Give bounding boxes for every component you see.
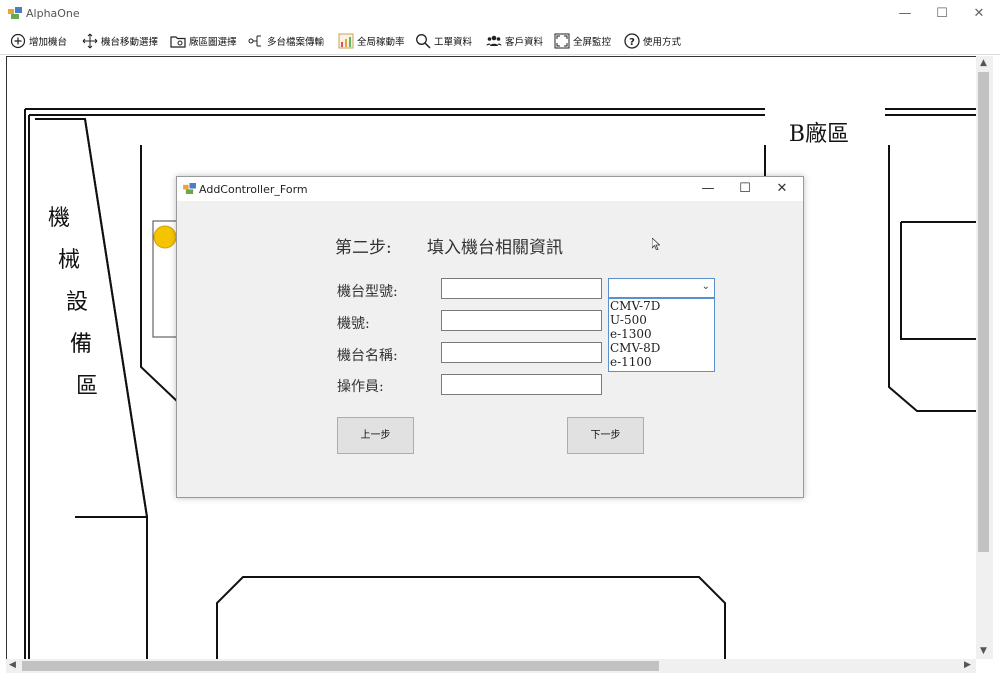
dialog-titlebar: AddController_Form — ☐ ✕ — [177, 177, 803, 201]
svg-text:械: 械 — [58, 248, 80, 273]
toolbar-label: 全局稼動率 — [357, 37, 405, 48]
fullscreen-icon — [554, 33, 570, 49]
add-circle-icon — [10, 33, 26, 49]
model-dropdown-list: CMV-7D U-500 e-1300 CMV-8D e-1100 — [608, 298, 715, 372]
machine-model-input[interactable] — [441, 278, 602, 299]
dialog-title: AddController_Form — [199, 183, 308, 196]
minimize-button[interactable]: — — [890, 4, 920, 24]
mouse-cursor-icon — [652, 238, 660, 250]
model-option[interactable]: U-500 — [609, 313, 714, 327]
step-subtitle: 填入機台相關資訊 — [427, 238, 563, 258]
toolbar-customers[interactable]: 客戶資料 — [486, 32, 543, 50]
machine-number-input[interactable] — [441, 310, 602, 331]
toolbar-multi-transfer[interactable]: 多台檔案傳輸 — [248, 32, 324, 50]
transfer-icon — [248, 35, 261, 47]
bar-chart-icon — [338, 33, 354, 49]
machine-name-label: 機台名稱: — [337, 348, 398, 364]
maximize-button[interactable]: ☐ — [927, 4, 957, 24]
machine-status-icon[interactable] — [153, 225, 177, 249]
svg-text:設: 設 — [66, 290, 88, 315]
toolbar-label: 工單資料 — [434, 37, 473, 48]
scroll-down-icon[interactable]: ▼ — [980, 646, 987, 656]
model-option[interactable]: e-1300 — [609, 327, 714, 341]
operator-label: 操作員: — [337, 379, 384, 395]
vertical-scroll-thumb[interactable] — [978, 72, 989, 552]
scroll-up-icon[interactable]: ▲ — [980, 58, 987, 68]
app-logo-icon — [8, 7, 22, 19]
model-option[interactable]: CMV-8D — [609, 341, 714, 355]
toolbar-add-machine[interactable]: 增加機台 — [10, 32, 67, 50]
toolbar-label: 多台檔案傳輸 — [267, 37, 325, 48]
svg-text:備: 備 — [70, 332, 92, 357]
prev-step-button[interactable]: 上一步 — [337, 417, 414, 454]
toolbar-move-machine[interactable]: 機台移動選擇 — [82, 32, 158, 50]
toolbar-label: 機台移動選擇 — [101, 37, 159, 48]
toolbar-label: 客戶資料 — [505, 37, 544, 48]
window-title: AlphaOne — [26, 7, 80, 20]
add-controller-dialog: AddController_Form — ☐ ✕ 第二步: 填入機台相關資訊 機… — [176, 176, 804, 498]
area-b-label: B廠區 — [789, 122, 849, 147]
svg-text:機: 機 — [48, 206, 70, 231]
step-title: 第二步: — [335, 238, 392, 258]
model-option[interactable]: e-1100 — [609, 355, 714, 369]
toolbar-help[interactable]: ? 使用方式 — [624, 32, 681, 50]
scroll-left-icon[interactable]: ◀ — [9, 660, 16, 670]
folder-settings-icon — [170, 36, 186, 48]
toolbar-label: 增加機台 — [29, 37, 68, 48]
model-option[interactable]: CMV-7D — [609, 299, 714, 313]
vertical-scrollbar[interactable]: ▲ ▼ — [976, 56, 993, 659]
toolbar-label: 廠區圖選擇 — [189, 37, 237, 48]
search-icon — [416, 34, 431, 49]
close-button[interactable]: ✕ — [964, 4, 994, 24]
machine-model-label: 機台型號: — [337, 284, 398, 300]
dialog-minimize-button[interactable]: — — [693, 179, 723, 199]
toolbar-work-orders[interactable]: 工單資料 — [415, 32, 472, 50]
svg-text:區: 區 — [76, 374, 98, 399]
model-select[interactable]: ⌄ — [608, 278, 715, 298]
horizontal-scroll-thumb[interactable] — [22, 661, 659, 671]
main-toolbar: 增加機台 機台移動選擇 廠區圖選擇 多台檔案傳輸 全局稼動率 工單資料 客戶資料… — [0, 28, 1000, 55]
machine-area-label: 機 械 設 備 區 — [48, 206, 98, 399]
machine-name-input[interactable] — [441, 342, 602, 363]
toolbar-label: 全屏監控 — [573, 37, 612, 48]
operator-input[interactable] — [441, 374, 602, 395]
scroll-right-icon[interactable]: ▶ — [964, 660, 971, 670]
move-icon — [82, 33, 98, 49]
toolbar-label: 使用方式 — [643, 37, 682, 48]
next-step-button[interactable]: 下一步 — [567, 417, 644, 454]
svg-text:?: ? — [629, 37, 635, 48]
horizontal-scrollbar[interactable]: ◀ ▶ — [6, 659, 976, 673]
toolbar-utilization[interactable]: 全局稼動率 — [338, 32, 405, 50]
dialog-app-icon — [183, 183, 196, 194]
machine-number-label: 機號: — [337, 316, 370, 332]
help-icon: ? — [624, 33, 640, 49]
users-icon — [486, 35, 502, 46]
chevron-down-icon[interactable]: ⌄ — [702, 281, 710, 292]
toolbar-select-floor[interactable]: 廠區圖選擇 — [170, 32, 237, 50]
toolbar-fullscreen[interactable]: 全屏監控 — [554, 32, 611, 50]
window-titlebar: AlphaOne — ☐ ✕ — [0, 0, 1000, 28]
dialog-close-button[interactable]: ✕ — [767, 179, 797, 199]
dialog-maximize-button[interactable]: ☐ — [730, 179, 760, 199]
